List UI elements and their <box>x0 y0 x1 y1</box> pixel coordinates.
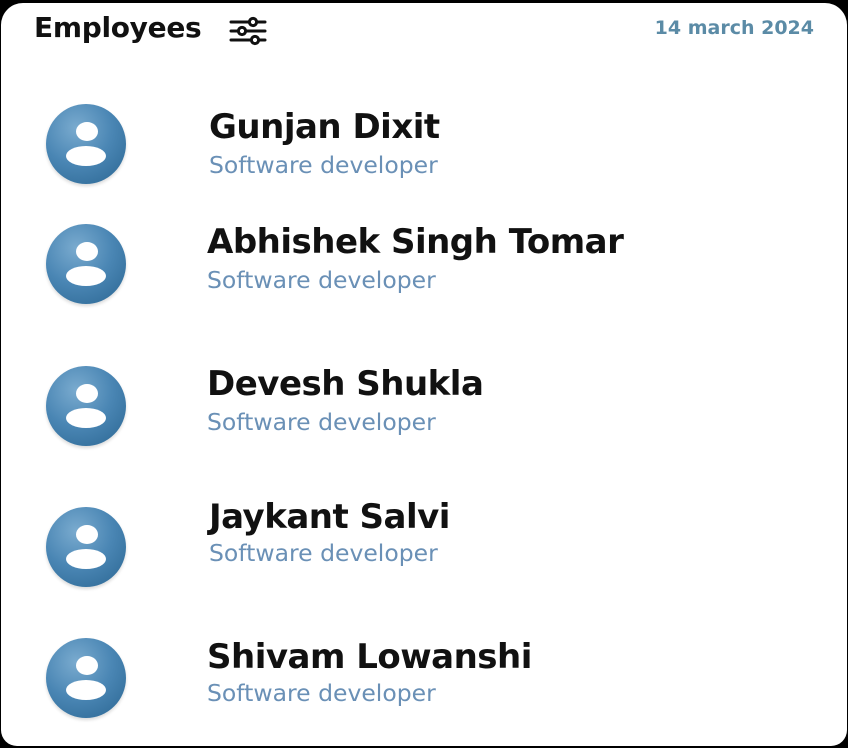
employee-role: Software developer <box>207 266 436 294</box>
employee-role: Software developer <box>207 679 436 707</box>
employee-role: Software developer <box>209 151 438 179</box>
employee-list-item[interactable]: Gunjan Dixit Software developer <box>1 99 847 199</box>
user-icon <box>46 638 126 718</box>
employee-name: Jaykant Salvi <box>209 497 450 537</box>
employee-role: Software developer <box>209 539 438 567</box>
date-label: 14 march 2024 <box>654 17 814 39</box>
user-icon <box>46 224 126 304</box>
employee-list-item[interactable]: Shivam Lowanshi Software developer <box>1 633 847 733</box>
user-icon <box>46 104 126 184</box>
employee-list-item[interactable]: Jaykant Salvi Software developer <box>1 497 847 602</box>
employee-name: Abhishek Singh Tomar <box>207 222 624 262</box>
page-title: Employees <box>34 11 202 44</box>
employee-name: Gunjan Dixit <box>209 107 440 147</box>
filter-button[interactable] <box>228 13 272 49</box>
employee-list-item[interactable]: Devesh Shukla Software developer <box>1 361 847 461</box>
employee-name: Devesh Shukla <box>207 364 484 404</box>
employee-list-item[interactable]: Abhishek Singh Tomar Software developer <box>1 219 847 319</box>
employee-role: Software developer <box>207 408 436 436</box>
employee-name: Shivam Lowanshi <box>207 637 532 677</box>
user-icon <box>46 366 126 446</box>
employees-card: Employees 14 march 2024 Gunjan Dixit Sof… <box>1 3 847 746</box>
sliders-icon <box>229 16 267 46</box>
user-icon <box>46 507 126 587</box>
